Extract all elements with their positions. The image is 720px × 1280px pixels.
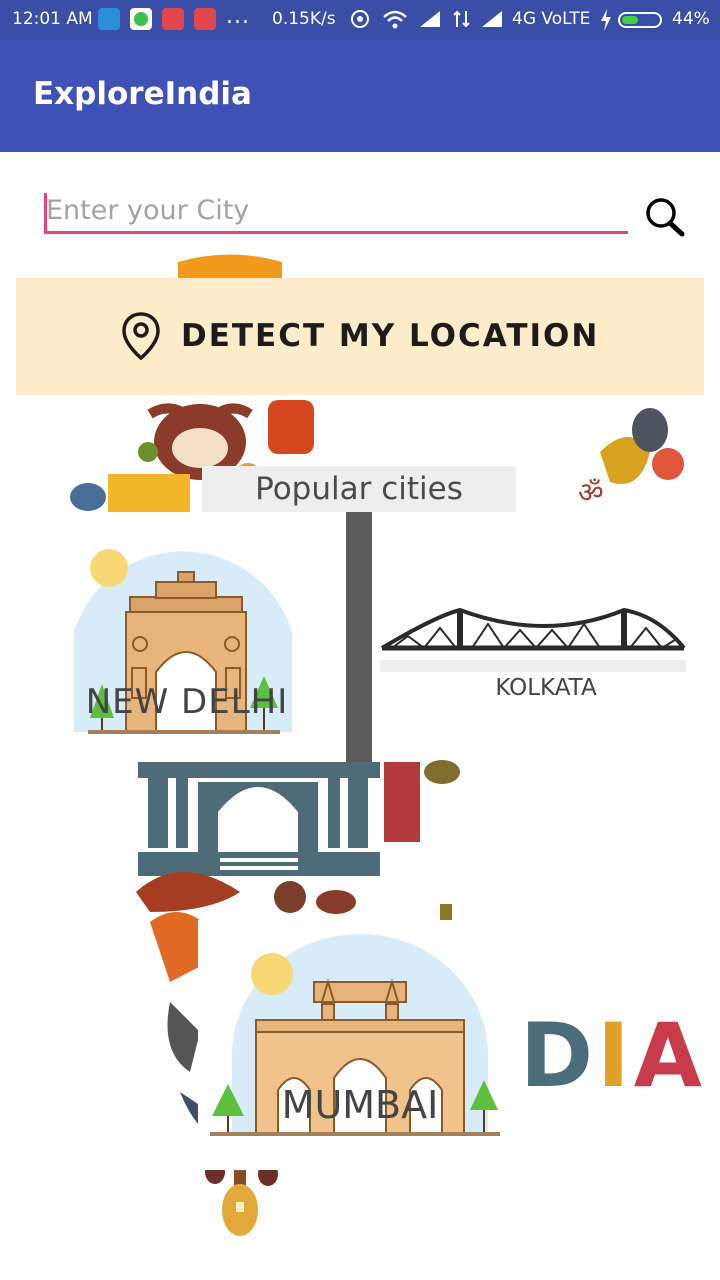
search-city-input[interactable] <box>44 190 628 234</box>
hotspot-icon <box>350 9 370 34</box>
search-icon[interactable] <box>644 196 686 238</box>
app-bar: ExploreIndia <box>0 40 720 152</box>
network-speed: 0.15K/s <box>272 9 336 29</box>
battery-level <box>622 16 638 24</box>
detect-location-label: DETECT MY LOCATION <box>181 318 600 354</box>
status-bar: 12:01 AM ... 0.15K/s 4G VoLTE 44% <box>0 0 720 40</box>
city-name-new-delhi: NEW DELHI <box>85 682 289 722</box>
svg-text:DIA: DIA <box>520 1004 706 1107</box>
detect-location-button[interactable]: DETECT MY LOCATION <box>16 278 704 395</box>
more-notifications: ... <box>226 4 250 29</box>
city-card-new-delhi[interactable]: NEW DELHI <box>28 512 346 758</box>
wifi-icon <box>382 9 408 34</box>
charging-icon <box>600 9 612 36</box>
gateway-of-india-illustration <box>210 934 500 1136</box>
svg-text:ॐ: ॐ <box>578 476 604 509</box>
usb-icon <box>98 8 120 30</box>
network-type: 4G VoLTE <box>512 9 591 29</box>
watermark-letter-i: I <box>597 1004 634 1107</box>
watermark-letter-d: D <box>520 1004 597 1107</box>
battery-percent: 44% <box>672 9 710 29</box>
city-card-kolkata[interactable]: KOLKATA <box>372 512 720 758</box>
calendar-icon <box>162 8 184 30</box>
city-name-mumbai: MUMBAI <box>281 1083 439 1127</box>
location-pin-icon <box>122 312 160 361</box>
signal-icon <box>418 9 442 34</box>
howrah-bridge-illustration <box>380 607 686 672</box>
calendar-icon <box>194 8 216 30</box>
whatsapp-icon <box>130 8 152 30</box>
signal-icon <box>480 9 504 34</box>
data-arrows-icon <box>452 9 472 34</box>
popular-cities-heading: Popular cities <box>202 466 516 512</box>
text-cursor <box>44 193 47 231</box>
battery-icon <box>618 12 662 28</box>
city-name-kolkata: KOLKATA <box>495 675 597 701</box>
watermark-letter-a: A <box>634 1004 706 1107</box>
city-card-mumbai[interactable]: MUMBAI <box>198 920 522 1170</box>
status-time: 12:01 AM <box>12 9 93 29</box>
app-title: ExploreIndia <box>33 76 252 112</box>
